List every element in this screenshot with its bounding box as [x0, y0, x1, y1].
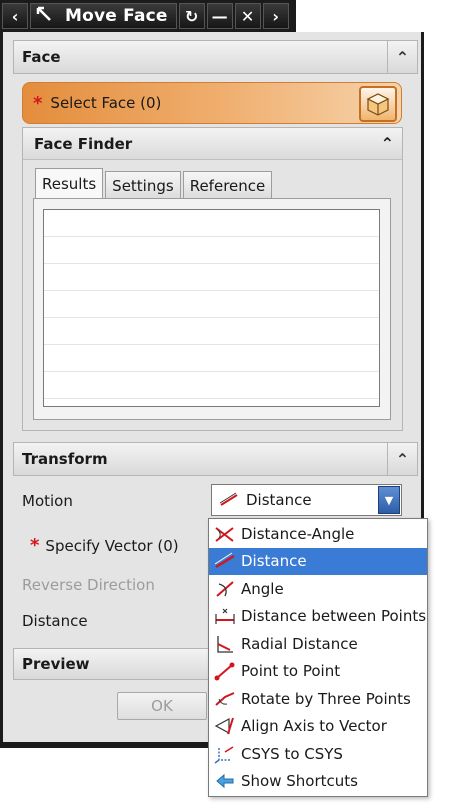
- dropdown-item-point-to-point[interactable]: Point to Point: [209, 658, 427, 686]
- list-item[interactable]: [44, 372, 379, 399]
- distance-angle-icon: [215, 526, 234, 542]
- transform-section-header[interactable]: Transform ⌃: [13, 442, 418, 476]
- select-face-row[interactable]: * Select Face (0): [22, 82, 402, 124]
- angle-icon: [216, 580, 234, 597]
- tab-results[interactable]: Results: [35, 168, 104, 199]
- option-label: Distance between Points: [241, 607, 427, 626]
- list-item[interactable]: [44, 237, 379, 264]
- move-face-icon: [35, 5, 53, 27]
- align-axis-icon: [214, 717, 234, 735]
- option-label: Angle: [241, 579, 284, 598]
- window-title: Move Face: [65, 6, 168, 26]
- radial-distance-icon: [217, 635, 233, 653]
- results-list[interactable]: [43, 209, 380, 407]
- motion-select[interactable]: Distance ▼: [211, 484, 402, 516]
- preview-section-title: Preview: [22, 655, 90, 673]
- option-label: Distance: [241, 552, 307, 571]
- option-label: Distance-Angle: [241, 524, 355, 543]
- dropdown-item-distance-angle[interactable]: Distance-Angle: [209, 520, 427, 548]
- list-item[interactable]: [44, 291, 379, 318]
- title-label-wrap: Move Face: [30, 3, 177, 29]
- expand-right-button[interactable]: ›: [262, 3, 289, 29]
- distance-label: Distance: [22, 612, 88, 630]
- list-item[interactable]: [44, 345, 379, 372]
- list-item[interactable]: [44, 210, 379, 237]
- required-mark: *: [33, 92, 43, 114]
- results-panel: [33, 198, 391, 420]
- show-shortcuts-icon: [216, 774, 234, 789]
- dropdown-item-show-shortcuts[interactable]: Show Shortcuts: [209, 768, 427, 796]
- dropdown-item-radial-distance[interactable]: Radial Distance: [209, 630, 427, 658]
- option-label: Radial Distance: [241, 634, 358, 653]
- specify-vector-row[interactable]: * Specify Vector (0): [30, 535, 179, 556]
- option-label: Rotate by Three Points: [241, 689, 411, 708]
- reverse-direction-label: Reverse Direction: [22, 576, 155, 594]
- rotate-three-points-icon: [215, 691, 235, 706]
- face-finder-tabs: Results Settings Reference: [35, 168, 273, 199]
- face-section-title: Face: [22, 48, 61, 66]
- list-item[interactable]: [44, 264, 379, 291]
- tab-reference[interactable]: Reference: [182, 171, 273, 199]
- reset-icon[interactable]: ↻: [178, 3, 205, 29]
- face-selection-icon[interactable]: [359, 86, 397, 122]
- point-to-point-icon: [214, 662, 235, 681]
- distance-between-points-icon: [215, 608, 235, 625]
- chevron-down-icon[interactable]: ▼: [378, 486, 400, 514]
- tab-settings[interactable]: Settings: [105, 171, 181, 199]
- face-section-header[interactable]: Face ⌃: [13, 40, 418, 74]
- title-bar: ‹ Move Face ↻ — ✕ ›: [0, 0, 296, 32]
- collapse-left-button[interactable]: ‹: [2, 3, 28, 29]
- close-icon[interactable]: ✕: [234, 3, 261, 29]
- face-finder-title: Face Finder: [34, 134, 133, 153]
- motion-value: Distance: [246, 491, 312, 509]
- ok-button[interactable]: OK: [117, 692, 207, 720]
- dropdown-item-align-axis-to-vector[interactable]: Align Axis to Vector: [209, 713, 427, 741]
- distance-icon: [214, 552, 235, 569]
- motion-dropdown-list: Distance-Angle Distance Angle Distance b…: [208, 518, 428, 797]
- dropdown-item-rotate-by-three-points[interactable]: Rotate by Three Points: [209, 685, 427, 713]
- required-mark: *: [30, 535, 40, 556]
- list-item[interactable]: [44, 318, 379, 345]
- option-label: Align Axis to Vector: [241, 717, 387, 736]
- distance-icon: [219, 492, 238, 506]
- chevron-up-icon[interactable]: ⌃: [387, 41, 417, 73]
- option-label: Point to Point: [241, 662, 341, 681]
- motion-label: Motion: [22, 492, 73, 510]
- chevron-up-icon[interactable]: ⌃: [381, 134, 394, 153]
- dropdown-item-angle[interactable]: Angle: [209, 575, 427, 603]
- option-label: Show Shortcuts: [241, 772, 358, 791]
- face-finder-group: Face Finder ⌃ Results Settings Reference: [22, 127, 403, 431]
- specify-vector-label: Specify Vector (0): [45, 537, 179, 555]
- select-face-label: Select Face (0): [50, 94, 162, 112]
- csys-icon: [214, 746, 234, 764]
- chevron-up-icon[interactable]: ⌃: [387, 443, 417, 475]
- dropdown-item-distance[interactable]: Distance: [209, 547, 427, 575]
- minimize-icon[interactable]: —: [206, 3, 233, 29]
- dropdown-item-csys-to-csys[interactable]: CSYS to CSYS: [209, 740, 427, 768]
- dropdown-item-distance-between-points[interactable]: Distance between Points: [209, 603, 427, 631]
- face-finder-header[interactable]: Face Finder ⌃: [23, 128, 402, 160]
- transform-section-title: Transform: [22, 450, 108, 468]
- option-label: CSYS to CSYS: [241, 744, 343, 763]
